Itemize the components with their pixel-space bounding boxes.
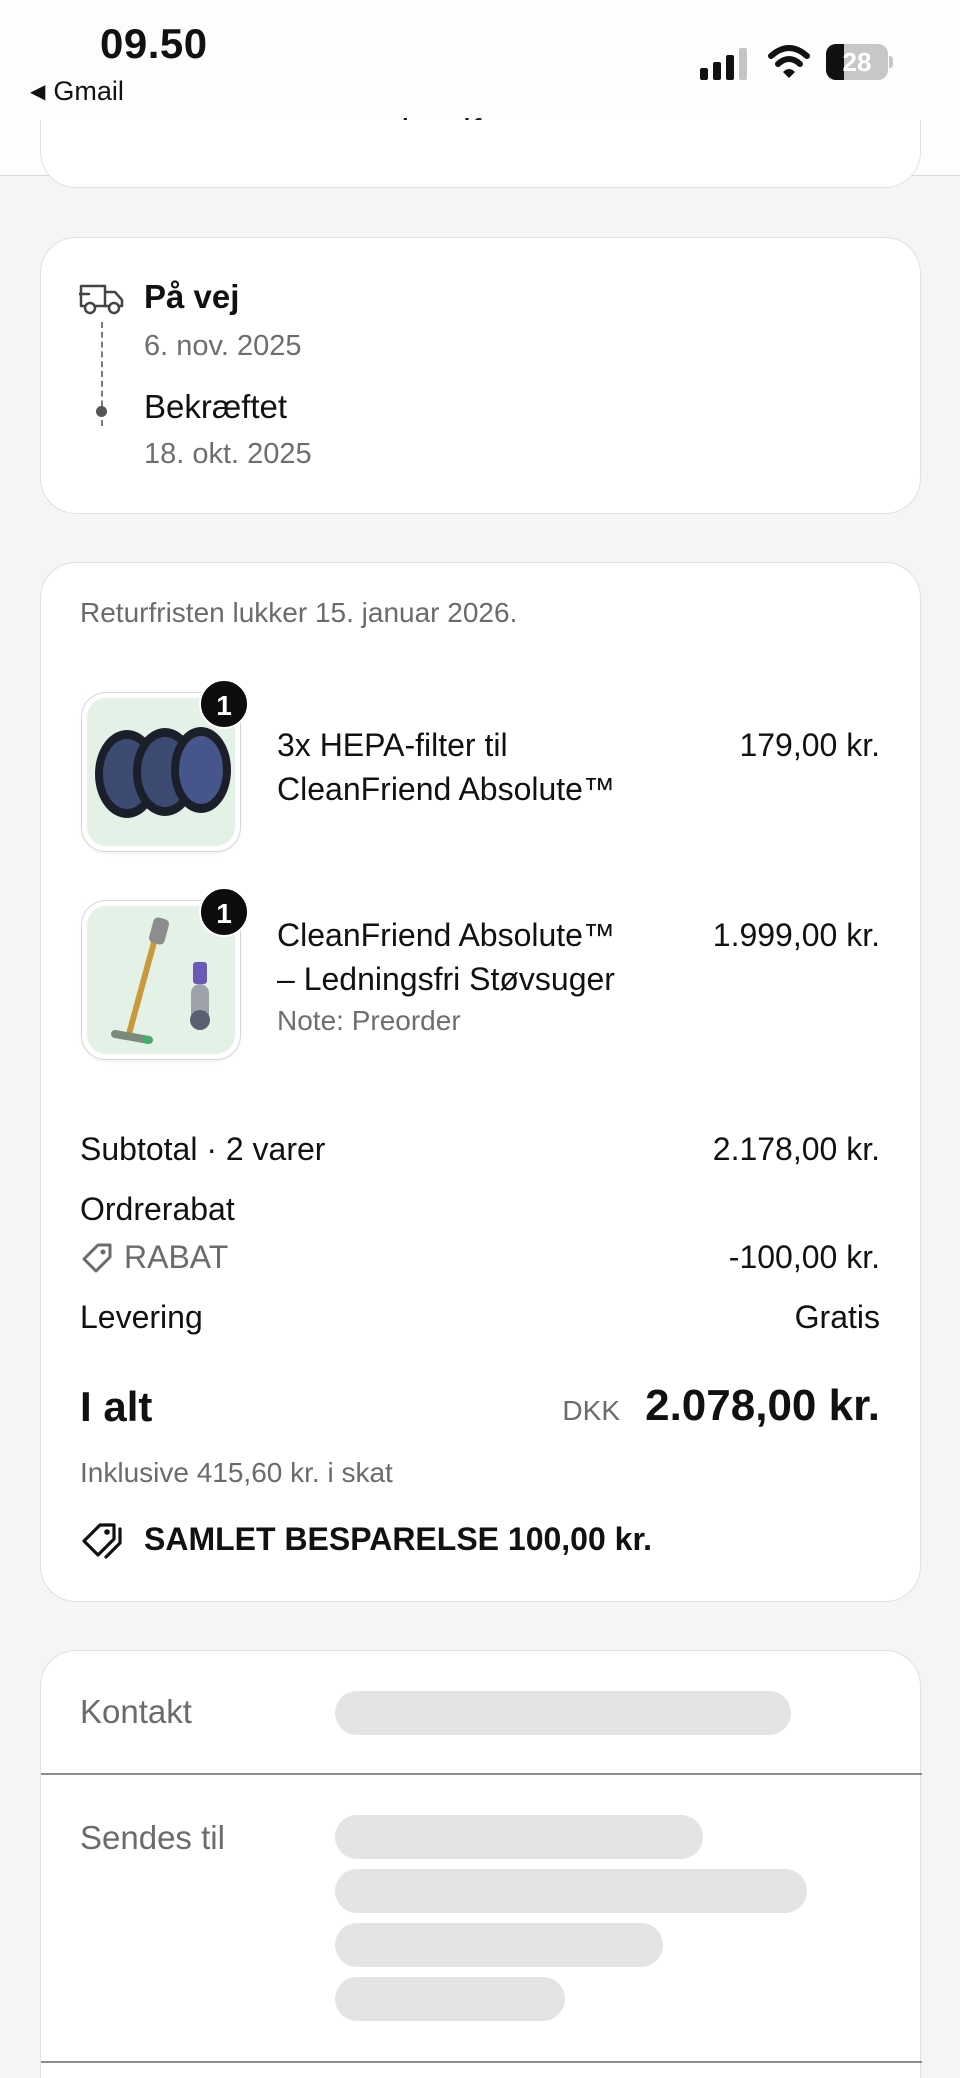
tag-icon <box>82 1243 112 1272</box>
contact-info-card: Kontakt Sendes til <box>40 1650 922 2078</box>
shipping-status-card: På vej 6. nov. 2025 Bekræftet 18. okt. 2… <box>40 237 921 514</box>
back-app-label: Gmail <box>53 76 124 106</box>
address-placeholder <box>335 1815 703 1859</box>
item-name: 3x HEPA-filter til CleanFriend Absolute™ <box>277 723 677 811</box>
status-date: 6. nov. 2025 <box>144 330 302 362</box>
cellular-signal-icon <box>700 48 747 80</box>
subtotal-label: Subtotal · 2 varer <box>80 1131 326 1167</box>
shipping-label: Levering <box>80 1299 203 1335</box>
quantity-badge: 1 <box>199 679 249 729</box>
order-summary-card: Returfristen lukker 15. januar 2026. 1 3… <box>40 562 921 1602</box>
status-title: Bekræftet <box>144 388 288 425</box>
shipping-value: Gratis <box>794 1299 880 1335</box>
discount-code-text: RABAT <box>124 1239 229 1275</box>
tax-note: Inklusive 415,60 kr. i skat <box>80 1457 393 1488</box>
item-name-line: CleanFriend Absolute™ <box>277 917 615 953</box>
discount-value: -100,00 kr. <box>728 1239 880 1275</box>
tags-icon <box>82 1523 122 1559</box>
total-currency: DKK <box>562 1395 620 1426</box>
battery-level: 28 <box>842 47 872 77</box>
address-placeholder <box>335 1977 565 2021</box>
back-to-gmail-button[interactable]: ◀ Gmail <box>30 76 124 107</box>
total-label: I alt <box>80 1383 153 1430</box>
quantity-badge: 1 <box>199 887 249 937</box>
section-divider <box>41 2061 922 2063</box>
battery-indicator: 28 <box>826 44 894 80</box>
savings-text: SAMLET BESPARELSE 100,00 kr. <box>144 1520 653 1557</box>
item-name-line: CleanFriend Absolute™ <box>277 771 615 807</box>
total-savings: SAMLET BESPARELSE 100,00 kr. <box>80 1519 652 1559</box>
back-arrow-icon: ◀ <box>30 81 46 103</box>
battery-icon: 28 <box>826 44 888 80</box>
timeline-dot <box>96 406 107 417</box>
previous-card <box>40 120 921 188</box>
status-time: 09.50 <box>100 20 208 67</box>
contact-placeholder <box>335 1691 791 1735</box>
status-date: 18. okt. 2025 <box>144 438 312 470</box>
discount-code: RABAT <box>80 1239 228 1276</box>
section-divider <box>41 1773 922 1775</box>
delivery-truck-icon <box>79 284 124 315</box>
status-title: På vej <box>144 278 240 315</box>
item-note: Note: Preorder <box>277 1005 461 1036</box>
return-deadline-note: Returfristen lukker 15. januar 2026. <box>80 597 518 628</box>
contact-label: Kontakt <box>80 1693 192 1730</box>
order-discount-label: Ordrerabat <box>80 1191 235 1227</box>
item-name-line: – Ledningsfri Støvsuger <box>277 961 615 997</box>
item-name-line: 3x HEPA-filter til <box>277 727 508 763</box>
ship-to-label: Sendes til <box>80 1819 225 1856</box>
address-placeholder <box>335 1923 663 1967</box>
address-placeholder <box>335 1869 807 1913</box>
wifi-icon <box>768 45 810 78</box>
item-price: 179,00 kr. <box>739 727 880 763</box>
item-name: CleanFriend Absolute™ – Ledningsfri Støv… <box>277 913 677 1001</box>
item-price: 1.999,00 kr. <box>712 917 880 953</box>
subtotal-value: 2.178,00 kr. <box>712 1131 880 1167</box>
total-value: 2.078,00 kr. <box>645 1381 880 1430</box>
